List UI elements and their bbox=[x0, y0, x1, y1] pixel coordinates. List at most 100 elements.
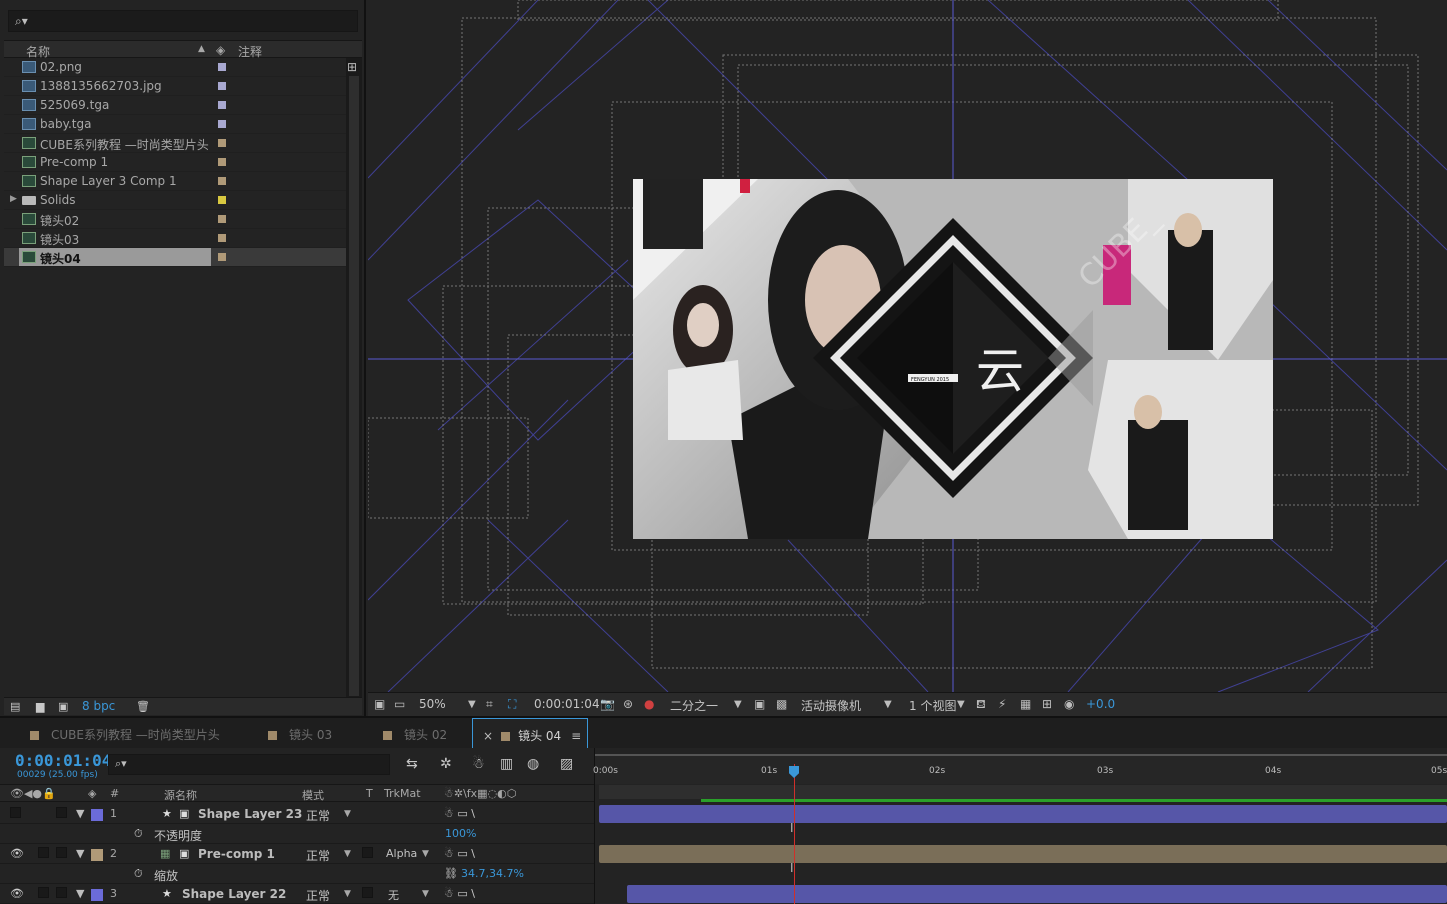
zoom-dropdown-icon[interactable]: ▼ bbox=[468, 699, 476, 710]
collapse-icon[interactable]: ▣ bbox=[179, 847, 189, 860]
fast-preview-icon[interactable]: ⚡ bbox=[998, 697, 1006, 711]
bit-depth-button[interactable]: 8 bpc bbox=[82, 699, 115, 713]
mask-visibility-icon[interactable]: ⛶ bbox=[508, 697, 516, 712]
motion-blur-icon[interactable]: ◍ bbox=[527, 756, 539, 772]
lock-toggle[interactable] bbox=[56, 847, 67, 858]
trkmat-select[interactable]: 无 bbox=[388, 887, 399, 903]
project-item[interactable]: 镜头03 bbox=[4, 229, 346, 248]
shy-layers-icon[interactable]: ☃ bbox=[472, 756, 485, 772]
camera-dropdown-icon[interactable]: ▼ bbox=[884, 699, 892, 710]
av-switches-icon[interactable]: 👁◀●🔒 bbox=[10, 787, 56, 800]
layer-search-input[interactable]: ⌕▾ bbox=[108, 754, 390, 775]
solo-toggle[interactable] bbox=[38, 847, 49, 858]
region-of-interest-icon[interactable]: ▣ bbox=[754, 697, 765, 711]
draft-3d-icon[interactable]: ✲ bbox=[440, 756, 452, 772]
layer-bar[interactable] bbox=[599, 845, 1447, 863]
project-item[interactable]: CUBE系列教程 —时尚类型片头 bbox=[4, 134, 346, 153]
current-time[interactable]: 0:00:01:04 bbox=[15, 751, 111, 770]
comp-mini-flowchart-icon[interactable]: ⇆ bbox=[406, 756, 418, 772]
mode-select[interactable]: 正常 bbox=[306, 887, 330, 904]
project-scrollbar[interactable] bbox=[346, 58, 362, 698]
sort-icon[interactable]: ▲ bbox=[198, 44, 205, 54]
tab-shot-04[interactable]: × 镜头 04 ≡ bbox=[472, 718, 588, 748]
project-item[interactable]: ▶ Solids bbox=[4, 191, 346, 210]
resolution-dropdown-icon[interactable]: ▼ bbox=[734, 699, 742, 710]
zoom-select[interactable]: 50% bbox=[419, 697, 446, 711]
mode-select[interactable]: 正常 bbox=[306, 847, 330, 864]
snapshot-icon[interactable]: 📷 bbox=[600, 697, 615, 711]
new-comp-icon[interactable]: ▣ bbox=[58, 700, 68, 713]
layer-bar[interactable] bbox=[627, 885, 1447, 903]
label-tag-icon[interactable]: ◈ bbox=[88, 787, 96, 800]
solo-toggle[interactable] bbox=[38, 887, 49, 898]
label-color[interactable] bbox=[218, 101, 226, 109]
keyframe-marker[interactable]: I bbox=[790, 861, 794, 875]
project-item[interactable]: 1388135662703.jpg bbox=[4, 77, 346, 96]
timeline-icon[interactable]: ▦ bbox=[1020, 697, 1031, 711]
mode-dropdown-icon[interactable]: ▼ bbox=[344, 809, 351, 819]
layer-bar[interactable] bbox=[599, 805, 1447, 823]
column-mode[interactable]: 模式 bbox=[302, 787, 324, 803]
close-tab-icon[interactable]: × bbox=[483, 729, 493, 743]
frame-blending-icon[interactable]: ▥ bbox=[500, 756, 513, 772]
project-item[interactable]: baby.tga bbox=[4, 115, 346, 134]
collapse-icon[interactable]: ▣ bbox=[179, 807, 189, 820]
label-color[interactable] bbox=[218, 82, 226, 90]
label-color[interactable] bbox=[91, 809, 103, 821]
composition-viewer[interactable]: 云 FENGYUN 2015 CUBE_ bbox=[368, 0, 1447, 692]
label-color[interactable] bbox=[218, 253, 226, 261]
preserve-transparency-toggle[interactable] bbox=[362, 847, 373, 858]
trkmat-dropdown-icon[interactable]: ▼ bbox=[422, 849, 429, 859]
trash-icon[interactable]: 🗑 bbox=[136, 700, 150, 713]
label-color[interactable] bbox=[218, 196, 226, 204]
layer-row[interactable]: 👁 ▼ 3 ★ Shape Layer 22 正常 ▼ 无 ▼ ☃ ▭ \ bbox=[0, 884, 594, 904]
project-item[interactable]: Pre-comp 1 bbox=[4, 153, 346, 172]
label-color[interactable] bbox=[218, 215, 226, 223]
stopwatch-icon[interactable]: ⏱ bbox=[134, 827, 143, 841]
time-graph[interactable]: 0:00s 01s 02s 03s 04s 05s I I bbox=[593, 748, 1447, 904]
label-color[interactable] bbox=[218, 177, 226, 185]
graph-editor-icon[interactable]: ▨ bbox=[560, 756, 573, 772]
property-value[interactable]: 100% bbox=[445, 827, 476, 840]
layer-row[interactable]: 👁 ▼ 2 ▦ ▣ Pre-comp 1 正常 ▼ Alpha ▼ ☃ ▭ \ bbox=[0, 844, 594, 864]
lock-toggle[interactable] bbox=[56, 887, 67, 898]
constrain-proportions-icon[interactable]: ⛓ bbox=[444, 867, 458, 880]
time-ruler[interactable]: 0:00s 01s 02s 03s 04s 05s bbox=[593, 756, 1447, 784]
resolution-select[interactable]: 二分之一 bbox=[670, 697, 718, 714]
eye-icon[interactable]: 👁 bbox=[10, 847, 24, 860]
layer-switch-icons[interactable]: ☃ ▭ \ bbox=[444, 847, 475, 860]
expand-icon[interactable]: ▶ bbox=[10, 194, 17, 204]
project-search-input[interactable]: ⌕▾ bbox=[8, 10, 358, 32]
current-time-indicator[interactable] bbox=[794, 764, 795, 904]
views-dropdown-icon[interactable]: ▼ bbox=[957, 699, 965, 710]
mode-dropdown-icon[interactable]: ▼ bbox=[344, 889, 351, 899]
expand-icon[interactable]: ▼ bbox=[76, 887, 84, 900]
interpret-footage-icon[interactable]: ▤ bbox=[10, 700, 20, 713]
property-value[interactable]: 34.7,34.7% bbox=[461, 867, 524, 880]
monitor-icon[interactable]: ▭ bbox=[394, 697, 405, 711]
camera-select[interactable]: 活动摄像机 bbox=[801, 697, 861, 714]
tab-cube[interactable]: CUBE系列教程 —时尚类型片头 bbox=[30, 718, 220, 748]
expand-icon[interactable]: ▼ bbox=[76, 847, 84, 860]
label-color[interactable] bbox=[218, 139, 226, 147]
layer-name[interactable]: Pre-comp 1 bbox=[198, 847, 275, 861]
layer-switch-icons[interactable]: ☃ ▭ \ bbox=[444, 807, 475, 820]
label-color[interactable] bbox=[218, 63, 226, 71]
pixel-aspect-icon[interactable]: ⛾ bbox=[976, 697, 986, 713]
preserve-transparency-toggle[interactable] bbox=[362, 887, 373, 898]
eye-icon[interactable]: 👁 bbox=[10, 887, 24, 900]
viewer-timecode[interactable]: 0:00:01:04 bbox=[534, 697, 600, 711]
new-folder-icon[interactable]: ▆ bbox=[36, 700, 44, 713]
layer-name[interactable]: Shape Layer 22 bbox=[182, 887, 286, 901]
exposure-value[interactable]: +0.0 bbox=[1086, 697, 1115, 711]
layer-switches-icons[interactable]: ☃✲\fx▦◌◐⬡ bbox=[444, 787, 516, 800]
column-source-name[interactable]: 源名称 bbox=[164, 787, 197, 803]
trkmat-select[interactable]: Alpha bbox=[386, 847, 417, 860]
video-toggle[interactable] bbox=[10, 807, 21, 818]
label-tag-icon[interactable]: ◈ bbox=[216, 43, 225, 57]
tab-shot-02[interactable]: 镜头 02 bbox=[383, 718, 447, 748]
tab-shot-03[interactable]: 镜头 03 bbox=[268, 718, 332, 748]
tab-menu-icon[interactable]: ≡ bbox=[571, 729, 581, 743]
project-item[interactable]: 525069.tga bbox=[4, 96, 346, 115]
lock-toggle[interactable] bbox=[56, 807, 67, 818]
